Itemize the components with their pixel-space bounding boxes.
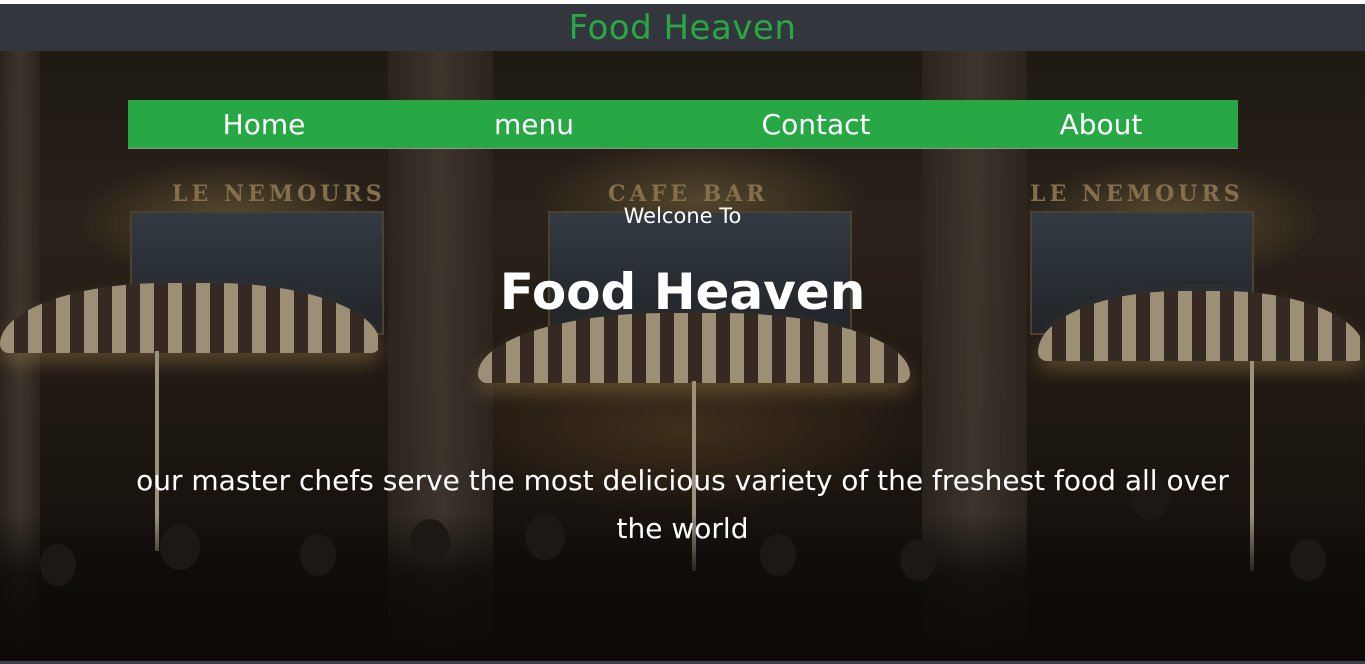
hero-tagline: our master chefs serve the most deliciou… — [136, 464, 1229, 545]
nav-item-menu[interactable]: menu — [428, 100, 640, 148]
nav-item-about[interactable]: About — [995, 100, 1207, 148]
nav-item-home[interactable]: Home — [158, 100, 370, 148]
site-logo-title[interactable]: Food Heaven — [569, 8, 797, 48]
nav-item-contact[interactable]: Contact — [710, 100, 922, 148]
hero-section: LE NEMOURS CAFE BAR LE NEMOURS Home menu… — [0, 51, 1365, 664]
main-nav: Home menu Contact About — [128, 100, 1238, 148]
welcome-text: Welcone To — [623, 204, 742, 228]
site-header: Food Heaven — [0, 4, 1365, 51]
hero-title: Food Heaven — [499, 263, 866, 321]
